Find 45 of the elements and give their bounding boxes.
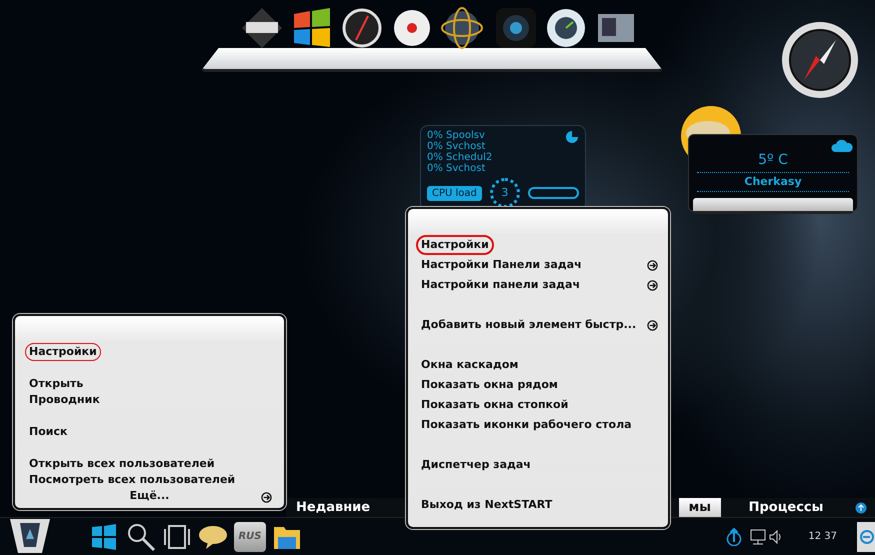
menu-item[interactable]: Настройки bbox=[416, 234, 494, 256]
menu-item[interactable]: Настройки Панели задач bbox=[416, 254, 587, 276]
process-entry: 0% Svchost bbox=[427, 163, 486, 174]
menu-item[interactable]: Открыть всех пользователей bbox=[25, 454, 219, 474]
menu-item[interactable]: Показать окна рядом bbox=[416, 374, 563, 396]
menu-item[interactable]: Показать окна стопкой bbox=[416, 394, 574, 416]
menu-item[interactable]: Посмотреть всех пользователей bbox=[25, 470, 240, 490]
menu-item[interactable]: Открыть bbox=[25, 374, 88, 394]
nexus-logo-icon[interactable] bbox=[240, 6, 284, 50]
taskbar-tab[interactable]: Процессы bbox=[721, 498, 851, 518]
start-button[interactable] bbox=[8, 518, 52, 554]
menu-item[interactable]: Проводник bbox=[25, 390, 104, 410]
menu-item[interactable]: Выход из NextSTART bbox=[416, 494, 558, 516]
process-entry: 0% Svchost bbox=[427, 141, 486, 152]
menu-item[interactable]: Диспетчер задач bbox=[416, 454, 536, 476]
cpu-load-bar bbox=[528, 187, 579, 199]
cloud-icon bbox=[831, 139, 853, 152]
speech-bubble-icon[interactable] bbox=[198, 524, 228, 550]
menu-item[interactable]: Окна каскадом bbox=[416, 354, 524, 376]
speedometer-icon[interactable] bbox=[544, 6, 588, 50]
process-entry: 0% Spoolsv bbox=[427, 130, 485, 141]
windows-switch-icon[interactable] bbox=[162, 524, 192, 550]
menu-item[interactable]: Настройки панели задач bbox=[416, 274, 586, 296]
upload-icon[interactable] bbox=[726, 528, 742, 546]
language-key[interactable]: RUS bbox=[234, 522, 266, 552]
cpu-load-label: CPU load bbox=[427, 186, 482, 200]
process-entry: 0% Schedul2 bbox=[427, 152, 492, 163]
up-arrow-icon[interactable] bbox=[855, 502, 867, 514]
gauge-icon[interactable] bbox=[340, 6, 384, 50]
windows-icon[interactable] bbox=[90, 522, 118, 550]
taskbar-tab[interactable]: Недавние bbox=[286, 498, 380, 518]
submenu-arrow-icon bbox=[261, 492, 272, 503]
camera-lens-icon[interactable] bbox=[494, 6, 538, 50]
globe-icon[interactable] bbox=[440, 6, 484, 50]
search-icon[interactable] bbox=[126, 522, 156, 552]
menu-item[interactable]: Показать иконки рабочего стола bbox=[416, 414, 637, 436]
clock-text: 12 37 bbox=[808, 530, 837, 544]
menu-item[interactable]: Добавить новый элемент быстр... bbox=[416, 314, 642, 336]
menu-item[interactable]: Настройки bbox=[25, 342, 101, 362]
city-name: Cherkasy bbox=[697, 172, 849, 192]
pie-chart-icon bbox=[565, 130, 579, 144]
taskbar-tab[interactable]: мы bbox=[678, 498, 721, 518]
more-item[interactable]: Ещё... bbox=[126, 486, 174, 506]
menu-item[interactable]: Поиск bbox=[25, 422, 72, 442]
temperature-text: 5º C bbox=[757, 152, 789, 168]
